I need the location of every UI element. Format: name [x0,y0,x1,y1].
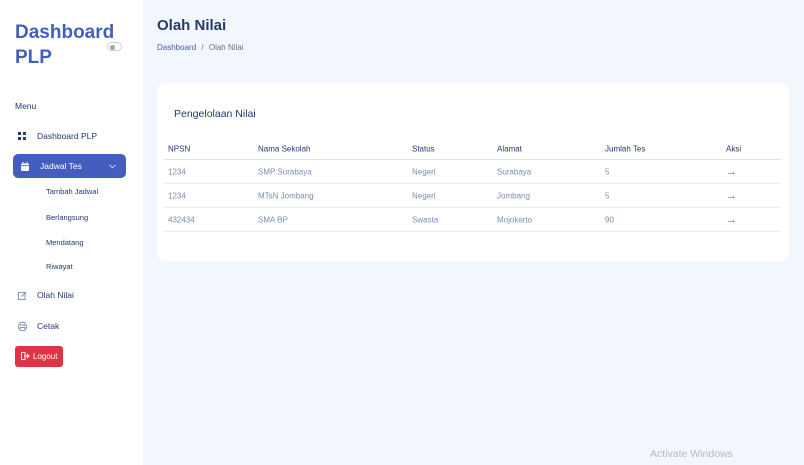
card-title: Pengelolaan Nilai [174,108,256,120]
sidebar-item-cetak[interactable]: Cetak [15,321,59,331]
theme-toggle[interactable] [107,42,122,51]
sidebar-item-label: Dashboard PLP [37,131,98,141]
cell-npsn: 432434 [168,215,195,224]
breadcrumb-separator: / [201,43,204,52]
sidebar: Dashboard PLP Menu Dashboard PLP Jadwal … [0,0,143,465]
cell-npsn: 1234 [168,167,186,176]
arrow-right-icon[interactable]: → [726,190,737,202]
sidebar-item-label: Olah Nilai [37,290,74,300]
cell-jumlah-tes: 5 [605,191,610,200]
chevron-down-icon [109,162,116,171]
breadcrumb-current: Olah Nilai [208,43,244,52]
sidebar-item-dashboard[interactable]: Dashboard PLP [15,131,97,141]
arrow-right-icon[interactable]: → [726,214,737,226]
submenu-tambah-jadwal[interactable]: Tambah Jadwal [46,187,98,196]
column-header-aksi: Aksi [726,144,742,154]
cell-status: Negeri [412,191,436,200]
cell-nama-sekolah: SMP Surabaya [258,167,312,176]
sidebar-item-label: Cetak [37,321,60,331]
cell-nama-sekolah: SMA BP [258,215,288,224]
calendar-icon [18,161,32,171]
column-header-nama-sekolah: Nama Sekolah [258,144,311,154]
submenu-mendatang[interactable]: Mendatang [46,238,84,247]
sidebar-item-jadwal-tes[interactable]: Jadwal Tes [13,154,126,178]
cell-alamat: Surabaya [497,167,532,176]
cell-jumlah-tes: 90 [605,215,614,224]
brand-logo[interactable]: Dashboard PLP [15,20,115,70]
cell-nama-sekolah: MTsN Jombang [258,191,314,200]
logout-button[interactable]: Logout [15,346,64,367]
sidebar-item-label: Jadwal Tes [40,161,82,171]
activate-windows-watermark: Activate Windows [650,448,733,460]
table-row: 432434 SMA BP Swasta Mojokerto 90 → [164,208,781,232]
cell-jumlah-tes: 5 [605,167,610,176]
column-header-jumlah-tes: Jumlah Tes [605,144,646,154]
grid-icon [15,132,29,140]
table-row: 1234 SMP Surabaya Negeri Surabaya 5 → [164,160,781,184]
breadcrumb: Dashboard / Olah Nilai [157,43,244,52]
schools-table: NPSN Nama Sekolah Status Alamat Jumlah T… [164,139,781,232]
column-header-alamat: Alamat [497,144,522,154]
cell-alamat: Mojokerto [497,215,533,224]
breadcrumb-home[interactable]: Dashboard [157,43,196,52]
grades-card: Pengelolaan Nilai NPSN Nama Sekolah Stat… [157,83,789,261]
sign-out-icon [21,351,30,362]
page-title: Olah Nilai [157,17,227,34]
menu-title: Menu [15,101,37,111]
submenu-berlangsung[interactable]: Berlangsung [46,213,88,222]
sidebar-item-olah-nilai[interactable]: Olah Nilai [15,290,74,300]
printer-icon [15,321,29,331]
table-row: 1234 MTsN Jombang Negeri Jombang 5 → [164,184,781,208]
toggle-knob [110,44,115,50]
edit-icon [15,291,29,300]
cell-alamat: Jombang [497,191,530,200]
column-header-status: Status [412,144,435,154]
table-header-row: NPSN Nama Sekolah Status Alamat Jumlah T… [164,139,781,160]
cell-status: Negeri [412,167,436,176]
column-header-npsn: NPSN [168,144,191,154]
cell-npsn: 1234 [168,191,186,200]
logout-label: Logout [33,352,58,361]
cell-status: Swasta [412,215,439,224]
arrow-right-icon[interactable]: → [726,166,737,178]
submenu-riwayat[interactable]: Riwayat [46,262,73,271]
